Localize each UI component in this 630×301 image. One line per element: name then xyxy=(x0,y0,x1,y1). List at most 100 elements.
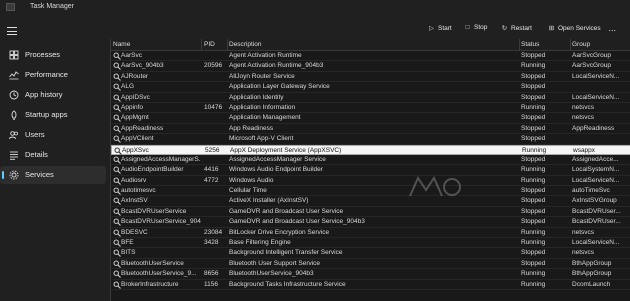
service-gear-icon xyxy=(113,135,121,144)
table-row[interactable]: BcastDVRUserService_904b3 GameDVR and Bro… xyxy=(111,217,630,228)
open-services-label: Open Services xyxy=(558,25,601,32)
service-gear-icon xyxy=(113,166,121,175)
service-status: Running xyxy=(521,166,546,174)
service-name: Audiosrv xyxy=(121,176,147,184)
column-header-name[interactable]: Name xyxy=(113,41,130,48)
table-row[interactable]: BDESVC 23084 BitLocker Drive Encryption Se… xyxy=(111,228,630,239)
table-row[interactable]: BluetoothUserService_9... 8656 BluetoothUs… xyxy=(111,269,630,280)
sidebar-item-users[interactable]: Users xyxy=(0,126,106,144)
service-group: AarSvcGroup xyxy=(572,62,612,70)
service-description: Application Management xyxy=(229,114,301,122)
service-name: AJRouter xyxy=(121,72,149,80)
service-name: AppVClient xyxy=(121,135,154,143)
service-group: LocalServiceN... xyxy=(572,93,620,101)
table-row[interactable]: ALG Application Layer Gateway Service Stop… xyxy=(111,82,630,93)
service-group: LocalServiceN... xyxy=(572,176,620,184)
sidebar-item-processes[interactable]: Processes xyxy=(0,46,106,64)
sidebar-item-performance[interactable]: Performance xyxy=(0,66,106,84)
service-status: Stopped xyxy=(521,197,546,205)
service-group: AppReadiness xyxy=(572,124,615,132)
table-row[interactable]: AppMgmt Application Management Stopped nets… xyxy=(111,113,630,124)
service-group: netsvcs xyxy=(572,249,595,257)
service-pid: 4772 xyxy=(204,176,219,184)
service-gear-icon xyxy=(113,62,121,71)
service-pid: 1156 xyxy=(204,280,218,288)
service-name: BrokerInfrastructure xyxy=(121,280,179,288)
service-status: Running xyxy=(521,62,546,70)
service-gear-icon xyxy=(113,125,121,133)
hamburger-menu-icon[interactable] xyxy=(7,27,17,35)
table-row[interactable]: AarSvc Agent Activation Runtime Stopped Aar… xyxy=(111,51,630,62)
service-description: App Readiness xyxy=(229,124,274,132)
sidebar-item-app-history[interactable]: App history xyxy=(0,86,106,104)
service-name: BluetoothUserService xyxy=(121,259,184,267)
service-gear-icon xyxy=(113,197,121,206)
table-row[interactable]: Appinfo 10476 Application Information Runni… xyxy=(111,103,630,114)
table-row[interactable]: BcastDVRUserService GameDVR and Broadcast… xyxy=(111,207,630,218)
service-pid: 5256 xyxy=(205,146,220,154)
service-name: BITS xyxy=(121,249,136,257)
sidebar-item-details[interactable]: Details xyxy=(0,146,106,164)
restart-button[interactable]: ↻ Restart xyxy=(500,24,532,36)
table-row[interactable]: BluetoothUserService Bluetooth User Suppo… xyxy=(111,259,630,270)
sidebar-item-label: Startup apps xyxy=(25,110,68,119)
service-pid: 23084 xyxy=(204,228,223,236)
table-body: AarSvc Agent Activation Runtime Stopped Aar… xyxy=(111,51,630,290)
service-gear-icon xyxy=(113,249,121,258)
table-row[interactable]: AssignedAccessManagerS... AssignedAccessM… xyxy=(111,155,630,166)
service-pid: 4416 xyxy=(204,166,219,174)
service-group: LocalServiceN... xyxy=(572,239,620,247)
service-group: BcastDVRUser... xyxy=(572,207,621,215)
service-group: DcomLaunch xyxy=(572,280,611,288)
service-status: Stopped xyxy=(521,52,546,59)
table-row[interactable]: AudioEndpointBuilder 4416 Windows Audio En… xyxy=(111,165,630,176)
table-row[interactable]: AJRouter AllJoyn Router Service Stopped Loc… xyxy=(111,72,630,83)
column-header-status[interactable]: Status xyxy=(521,41,539,48)
users-icon xyxy=(9,130,19,140)
service-description: AssignedAccessManager Service xyxy=(229,155,326,163)
table-row[interactable]: AxInstSV ActiveX Installer (AxInstSV) Stop… xyxy=(111,196,630,207)
table-row[interactable]: autotimesvc Cellular Time Stopped autoTimeS… xyxy=(111,186,630,197)
services-table: Name PID Description Status Group AarSvc… xyxy=(110,39,630,301)
details-icon xyxy=(9,150,19,160)
table-row[interactable]: AppXSvc 5256 AppX Deployment Service (AppX… xyxy=(111,144,630,155)
service-name: AppIDSvc xyxy=(121,93,150,101)
column-header-group[interactable]: Group xyxy=(572,41,590,48)
table-row[interactable]: AppReadiness App Readiness Stopped AppReadi… xyxy=(111,124,630,135)
table-row[interactable]: AppIDSvc Application Identity Stopped Local… xyxy=(111,93,630,103)
service-status: Running xyxy=(521,176,546,184)
start-button[interactable]: ▷ Start xyxy=(427,24,452,36)
stop-button[interactable]: □ Stop xyxy=(463,24,488,36)
service-description: GameDVR and Broadcast User Service_904b3 xyxy=(229,218,365,226)
title-bar: Task Manager xyxy=(0,0,630,14)
service-name: AssignedAccessManagerS... xyxy=(121,155,201,163)
service-gear-icon xyxy=(113,208,121,216)
service-group: AxInstSVGroup xyxy=(572,197,617,205)
service-status: Stopped xyxy=(521,135,546,143)
table-row[interactable]: BFE 3428 Base Filtering Engine Running Local… xyxy=(111,238,630,249)
table-row[interactable]: AppVClient Microsoft App-V Client Stopped xyxy=(111,134,630,145)
service-pid: 20596 xyxy=(204,62,223,70)
service-status: Stopped xyxy=(521,124,546,132)
sidebar-item-services[interactable]: Services xyxy=(0,166,106,184)
column-header-description[interactable]: Description xyxy=(229,41,262,48)
sidebar-item-label: Users xyxy=(25,130,45,139)
more-options-icon[interactable]: ... xyxy=(608,23,616,33)
column-header-pid[interactable]: PID xyxy=(204,41,215,48)
service-gear-icon xyxy=(113,229,121,237)
service-description: ActiveX Installer (AxInstSV) xyxy=(229,197,309,205)
service-group: LocalServiceN... xyxy=(572,72,620,80)
table-row[interactable]: BITS Background Intelligent Transfer Serv… xyxy=(111,248,630,259)
service-gear-icon xyxy=(113,83,121,92)
sidebar-item-startup-apps[interactable]: Startup apps xyxy=(0,106,106,124)
open-services-button[interactable]: ⊞ Open Services xyxy=(547,24,601,36)
table-row[interactable]: Audiosrv 4772 Windows Audio Running LocalSer… xyxy=(111,176,630,187)
service-description: Base Filtering Engine xyxy=(229,239,291,247)
service-description: BluetoothUserService_904b3 xyxy=(229,270,314,278)
service-description: Application Layer Gateway Service xyxy=(229,83,330,91)
table-row[interactable]: AarSvc_904b3 20596 Agent Activation Runtim… xyxy=(111,61,630,72)
table-row[interactable]: BrokerInfrastructure 1156 Background Tasks… xyxy=(111,280,630,290)
service-group: netsvcs xyxy=(572,228,595,236)
service-gear-icon xyxy=(113,177,121,185)
service-name: AarSvc_904b3 xyxy=(121,62,164,70)
